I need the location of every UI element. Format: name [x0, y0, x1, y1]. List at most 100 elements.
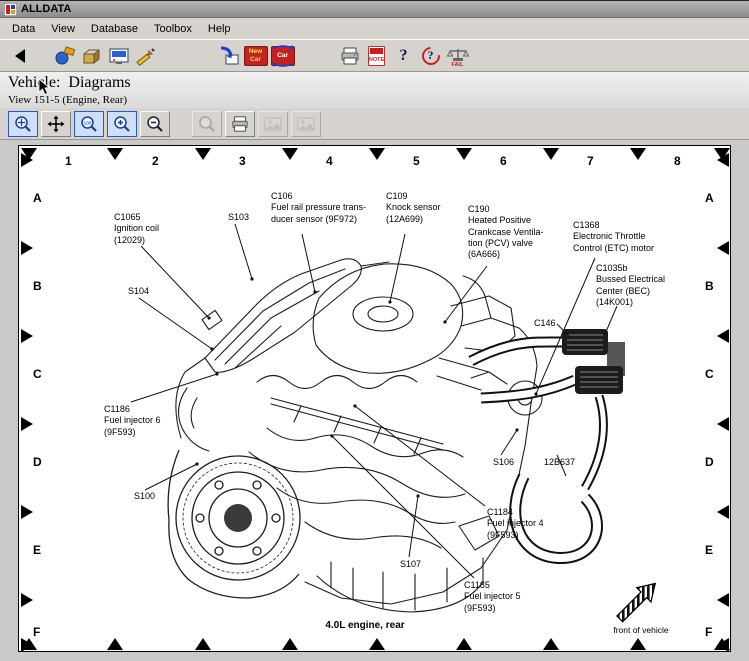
callout-c109: C109 Knock sensor (12A699) [386, 191, 441, 225]
manual-import-button[interactable] [215, 43, 242, 69]
prev-view-button[interactable] [258, 111, 288, 137]
back-arrow-icon [11, 47, 29, 65]
callout-c190: C190 Heated Positive Crankcase Ventila- … [468, 204, 544, 260]
grid-marker-left [21, 505, 33, 519]
grid-marker-left [21, 638, 33, 652]
fail-label: FAIL [445, 62, 471, 68]
pan-button[interactable] [41, 111, 71, 137]
image-next-icon [296, 115, 316, 133]
parts-box-button[interactable] [78, 43, 105, 69]
callout-c1184: C1184 Fuel injector 4 (9F593) [487, 507, 544, 541]
new-car-icon: New Car [244, 46, 268, 66]
grid-row-label-left-A: A [33, 191, 42, 205]
app-icon [4, 3, 17, 16]
grid-col-label-5: 5 [413, 154, 420, 168]
menu-item-view[interactable]: View [43, 20, 83, 38]
scale-icon: FAIL [445, 44, 471, 68]
callout-s103: S103 [228, 212, 249, 223]
menu-bar: DataViewDatabaseToolboxHelp [0, 18, 749, 40]
grid-marker-top [456, 148, 472, 160]
print-view-button[interactable] [225, 111, 255, 137]
grid-marker-right [717, 417, 729, 431]
book-arrow-icon [218, 46, 240, 66]
pan-crosshair-icon [47, 115, 65, 133]
new-vehicle-button[interactable]: New Car [242, 43, 269, 69]
callout-s107: S107 [400, 559, 421, 570]
grid-marker-bottom [456, 638, 472, 650]
grid-col-label-4: 4 [326, 154, 333, 168]
grid-col-label-7: 7 [587, 154, 594, 168]
callout-c1186: C1186 Fuel injector 6 (9F593) [104, 404, 161, 438]
callout-s106: S106 [493, 457, 514, 468]
grid-row-label-right-B: B [705, 279, 714, 293]
grid-marker-left [21, 329, 33, 343]
callout-12b637: 12B637 [544, 457, 575, 468]
note-button[interactable]: NOTE [363, 43, 390, 69]
change-vehicle-button[interactable]: Car [269, 43, 296, 69]
grid-col-label-8: 8 [674, 154, 681, 168]
grid-row-label-right-A: A [705, 191, 714, 205]
printer-icon [339, 46, 361, 66]
note-icon: NOTE [368, 46, 385, 66]
diagram-canvas[interactable]: 4.0L engine, rear front of vehicle 1 2 3 4 5… [18, 145, 731, 652]
note-band [370, 48, 383, 54]
grid-marker-right [717, 638, 729, 652]
menu-item-toolbox[interactable]: Toolbox [146, 20, 200, 38]
menu-item-data[interactable]: Data [4, 20, 43, 38]
page-header: Vehicle: Diagrams View 151-5 (Engine, Re… [0, 72, 749, 108]
grid-marker-bottom [543, 638, 559, 650]
print-button[interactable] [336, 43, 363, 69]
diagram-caption: 4.0L engine, rear [290, 620, 440, 631]
front-of-vehicle-label: front of vehicle [593, 625, 689, 635]
diagram-area: 4.0L engine, rear front of vehicle 1 2 3 4 5… [0, 140, 749, 661]
change-car-icon: Car [271, 46, 295, 66]
mouse-cursor [38, 78, 50, 96]
grid-marker-bottom [107, 638, 123, 650]
zoom-area-button[interactable] [8, 111, 38, 137]
grid-marker-left [21, 241, 33, 255]
zoom-out-button[interactable] [140, 111, 170, 137]
callout-c1185: C1185 Fuel injector 5 (9F593) [464, 580, 521, 614]
zoom-100-button[interactable]: 100 [74, 111, 104, 137]
grid-row-label-left-F: F [33, 625, 40, 639]
grid-marker-left [21, 593, 33, 607]
grid-marker-bottom [282, 638, 298, 650]
menu-item-database[interactable]: Database [83, 20, 146, 38]
grid-marker-right [717, 329, 729, 343]
red-ring-icon [418, 43, 443, 68]
zoom-out-icon [146, 115, 164, 133]
weight-fail-button[interactable]: FAIL [444, 43, 471, 69]
question-mark-icon: ? [400, 47, 408, 65]
grid-col-label-1: 1 [65, 154, 72, 168]
monitor-icon [108, 46, 130, 66]
window-title: ALLDATA [21, 3, 71, 15]
zoom-in-button[interactable] [107, 111, 137, 137]
monitor-button[interactable] [105, 43, 132, 69]
grid-marker-left [21, 153, 33, 167]
grid-row-label-left-B: B [33, 279, 42, 293]
menu-item-help[interactable]: Help [200, 20, 239, 38]
grid-marker-right [717, 505, 729, 519]
back-button[interactable] [6, 43, 33, 69]
leader-endpoints [195, 277, 537, 497]
grid-col-label-3: 3 [239, 154, 246, 168]
new-car-label: New Car [249, 48, 262, 62]
pencil-icon [135, 46, 157, 66]
help-button[interactable]: ? [390, 43, 417, 69]
search-help-button[interactable]: ? [417, 43, 444, 69]
note-label: NOTE [369, 57, 384, 63]
pencil-notes-button[interactable] [132, 43, 159, 69]
callout-leader-lines [131, 224, 617, 578]
grid-marker-bottom [369, 638, 385, 650]
data-tools-button[interactable] [51, 43, 78, 69]
grid-col-label-2: 2 [152, 154, 159, 168]
zoom-tool-button[interactable] [192, 111, 222, 137]
grid-marker-top [282, 148, 298, 160]
callout-c146: C146 [534, 318, 556, 329]
next-view-button[interactable] [291, 111, 321, 137]
grid-marker-bottom [195, 638, 211, 650]
front-of-vehicle-arrow [613, 576, 662, 625]
parts-box-icon [81, 46, 103, 66]
title-bar: ALLDATA [0, 0, 749, 18]
grid-marker-left [21, 417, 33, 431]
